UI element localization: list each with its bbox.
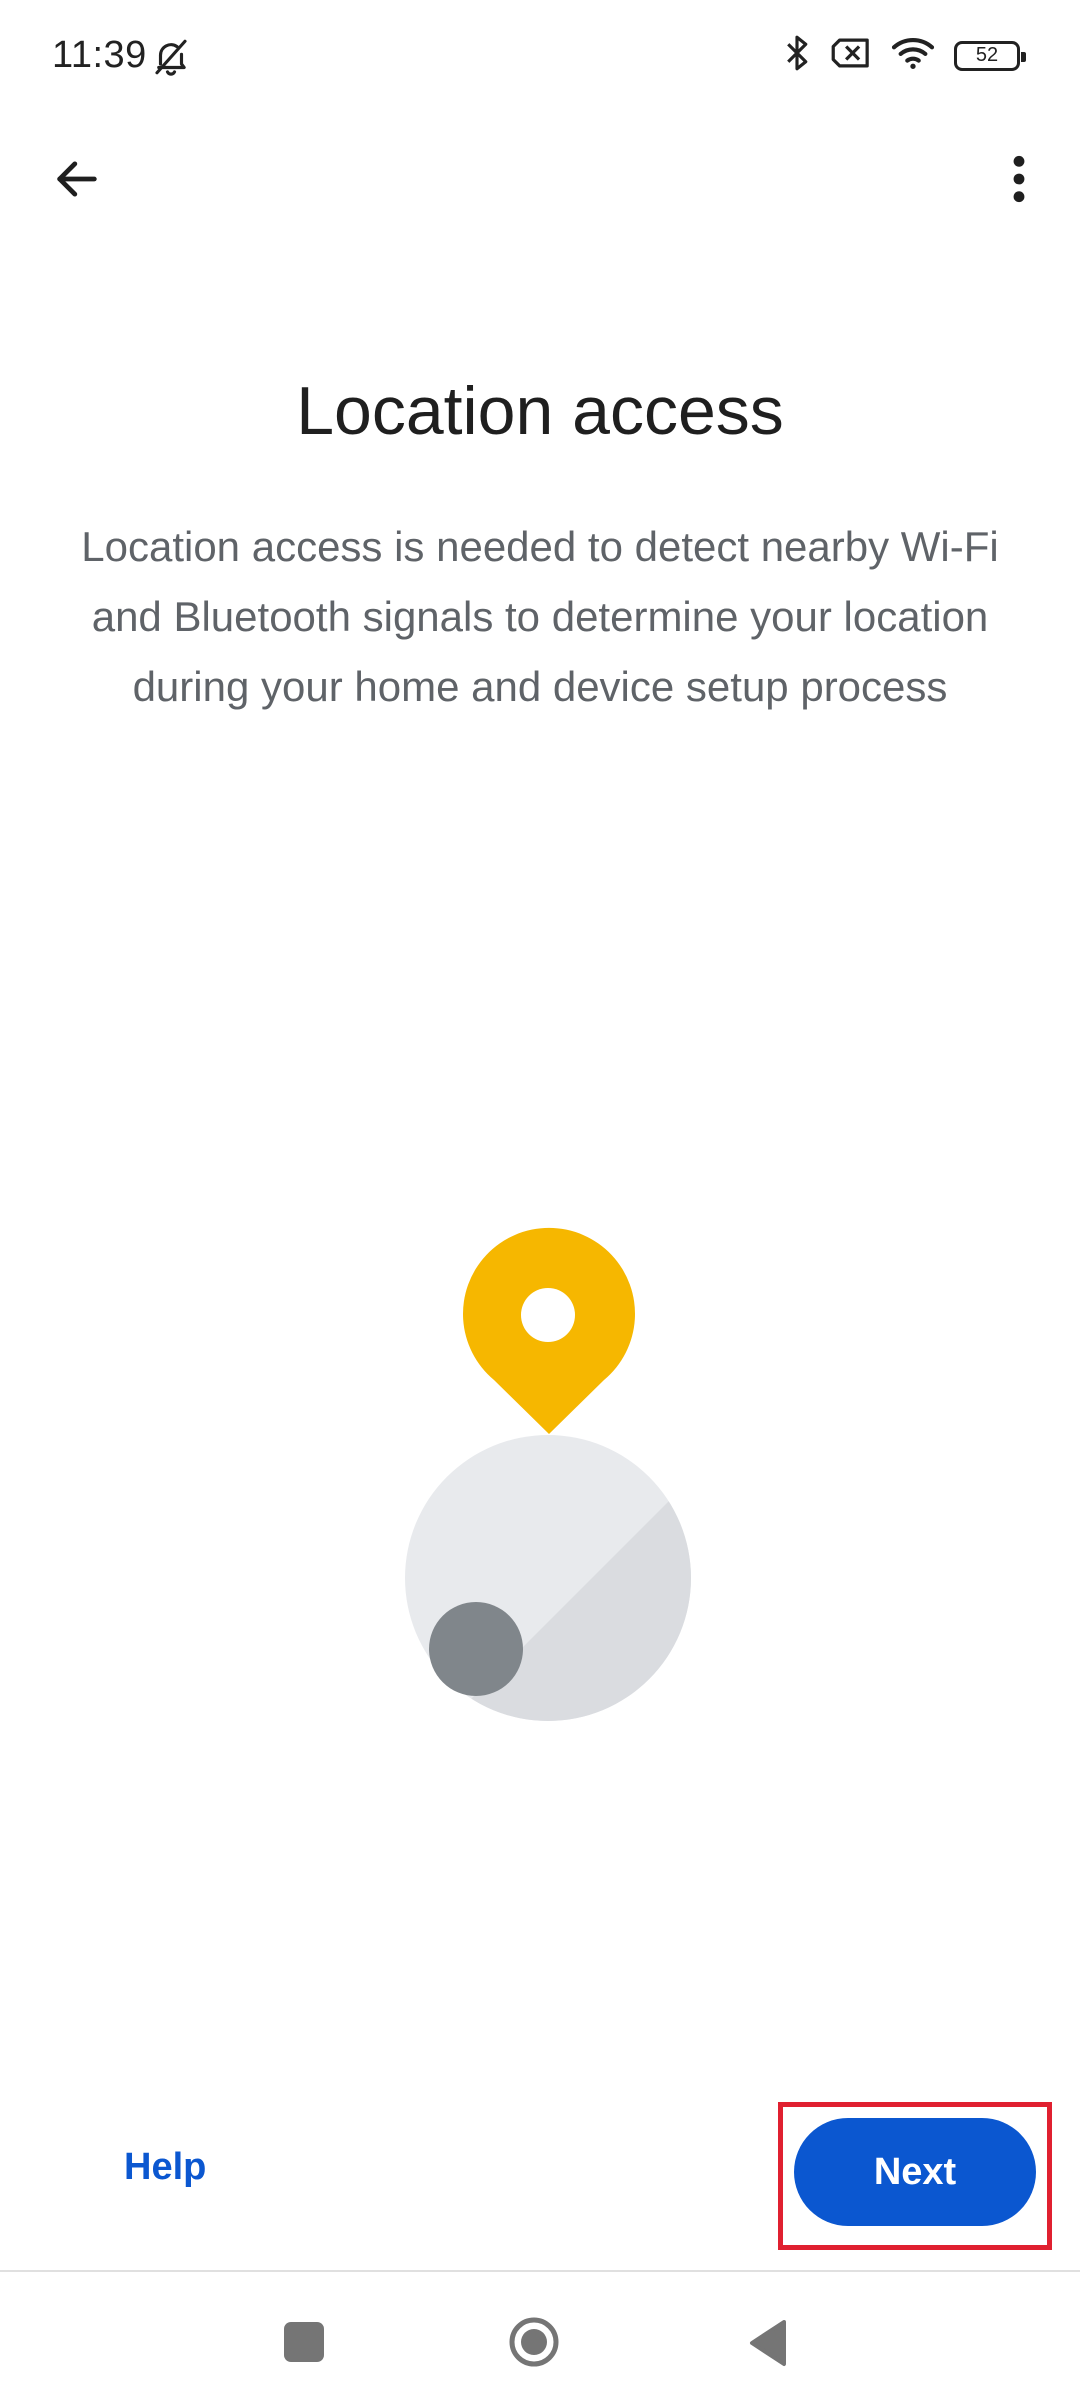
- back-button[interactable]: [44, 146, 110, 212]
- no-sim-icon: [830, 36, 872, 75]
- globe-icon: [405, 1435, 691, 1721]
- wifi-icon: [890, 34, 936, 77]
- system-nav-bar: [0, 2270, 1080, 2400]
- battery-icon: 52: [954, 40, 1026, 71]
- next-button[interactable]: Next: [794, 2118, 1036, 2226]
- more-options-button[interactable]: [986, 146, 1052, 212]
- more-vert-icon: [1013, 155, 1025, 203]
- back-icon[interactable]: [746, 2318, 788, 2368]
- bluetooth-icon: [782, 32, 812, 79]
- status-icons: 52: [782, 32, 1026, 79]
- device-dot-icon: [429, 1602, 523, 1696]
- status-bar: 11:39 52: [0, 0, 1080, 120]
- status-time: 11:39: [52, 34, 147, 76]
- arrow-back-icon: [57, 161, 97, 197]
- recents-icon[interactable]: [284, 2322, 324, 2362]
- page-description: Location access is needed to detect near…: [81, 523, 999, 710]
- bell-off-icon: [150, 36, 192, 83]
- location-illustration: [390, 1220, 710, 1740]
- home-icon[interactable]: [508, 2316, 560, 2368]
- page-title: Location access: [296, 373, 784, 449]
- help-link[interactable]: Help: [124, 2146, 206, 2189]
- location-pin-icon: [463, 1227, 635, 1434]
